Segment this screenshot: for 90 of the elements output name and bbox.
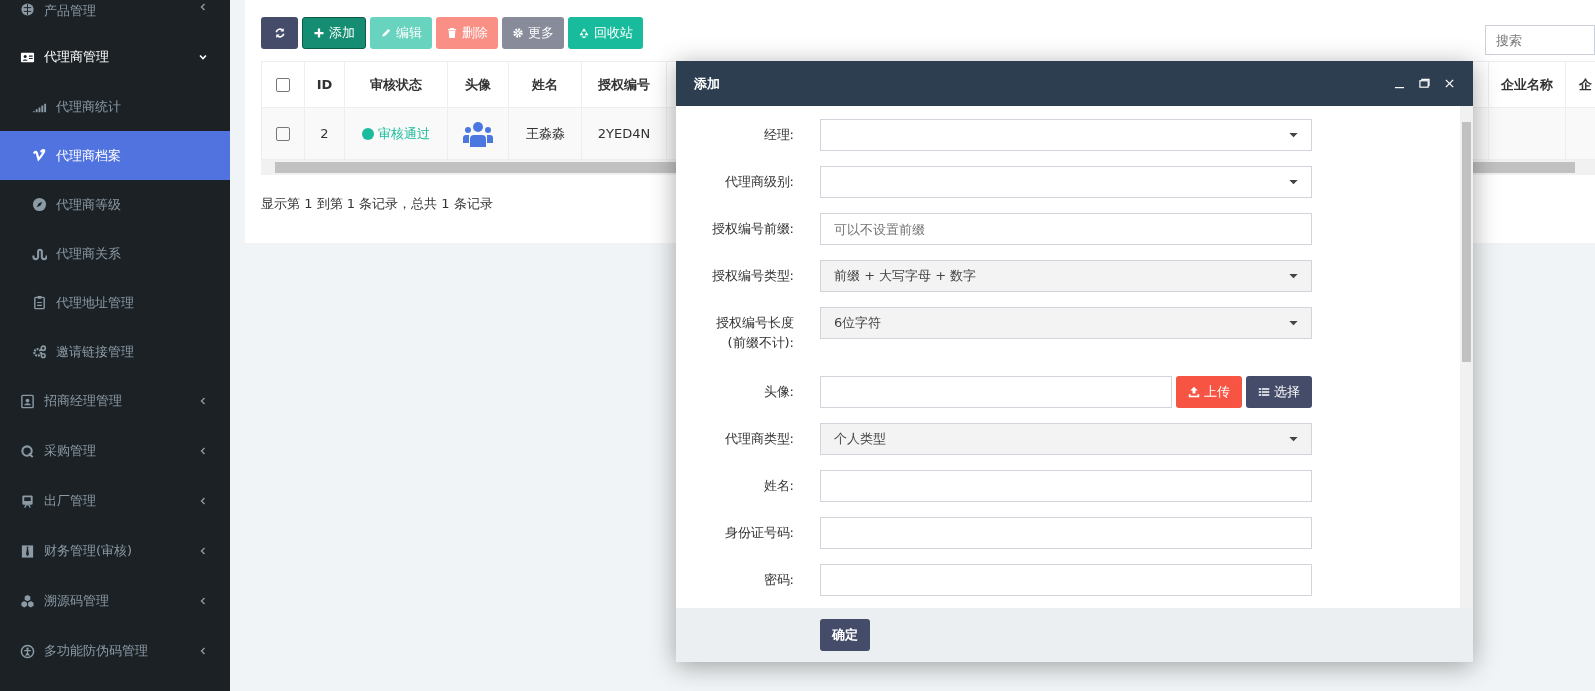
caret-icon	[1289, 273, 1298, 279]
column-header: 授权编号	[581, 61, 667, 108]
sidebar-item[interactable]: 代理商管理	[0, 32, 230, 82]
add-button[interactable]: 添加	[302, 17, 366, 49]
upload-icon	[1188, 386, 1200, 398]
field-label: 授权编号长度	[715, 314, 794, 332]
sidebar-item[interactable]: 溯源码管理	[0, 576, 230, 626]
column-header: ID	[304, 61, 345, 108]
chevron-left-icon	[198, 496, 208, 506]
sidebar-item[interactable]: 多功能防伪码管理	[0, 626, 230, 676]
upload-button[interactable]: 上传	[1176, 376, 1242, 408]
trash-icon	[446, 27, 458, 39]
loops-icon	[32, 246, 47, 261]
chevron-left-icon	[198, 596, 208, 606]
vertical-scrollbar[interactable]	[1460, 106, 1473, 608]
compass-icon	[32, 197, 47, 212]
column-header: 头像	[447, 61, 509, 108]
refresh-button[interactable]	[261, 17, 298, 49]
column-header: 姓名	[508, 61, 582, 108]
sidebar-item[interactable]: 招商经理管理	[0, 376, 230, 426]
field-label: 密码:	[762, 571, 794, 589]
pagination-summary: 显示第 1 到第 1 条记录，总共 1 条记录	[261, 195, 494, 213]
sidebar-subitem[interactable]: 代理地址管理	[0, 278, 230, 327]
v-mark-icon	[32, 148, 47, 163]
column-header: 企	[1565, 61, 1595, 108]
gear-icon	[512, 27, 524, 39]
recycle-icon	[578, 27, 590, 39]
circle-tail-icon	[20, 443, 35, 459]
list-icon	[1258, 386, 1270, 398]
select-field[interactable]	[820, 119, 1312, 151]
caret-icon	[1289, 320, 1298, 326]
confirm-button[interactable]: 确定	[820, 619, 870, 651]
table-cell: 王淼淼	[508, 107, 582, 160]
chevron-left-icon	[198, 446, 208, 456]
field-label: 授权编号类型:	[710, 267, 794, 285]
sidebar-item[interactable]: 产品管理	[0, 0, 230, 28]
column-header: 企业名称	[1488, 61, 1566, 108]
choose-button[interactable]: 选择	[1246, 376, 1312, 408]
status-text: 审核通过	[378, 124, 430, 143]
column-header: 审核状态	[344, 61, 448, 108]
caret-icon	[1289, 436, 1298, 442]
circle-badge-icon	[20, 643, 35, 659]
chevron-left-icon	[198, 2, 208, 12]
maximize-icon[interactable]	[1419, 78, 1430, 89]
pencil-icon	[380, 27, 392, 39]
dialog-title: 添加	[694, 74, 721, 93]
tie-icon	[20, 543, 35, 559]
monitor-icon	[20, 493, 35, 509]
contact-card-icon	[20, 393, 35, 409]
sidebar-subitem[interactable]: 代理商关系	[0, 229, 230, 278]
users-icon	[463, 120, 493, 147]
gears-icon	[32, 344, 47, 359]
chevron-left-icon	[198, 646, 208, 656]
cubes-icon	[20, 593, 35, 609]
plus-icon	[313, 27, 325, 39]
input-field[interactable]	[820, 376, 1172, 408]
table-cell: 2YED4N	[581, 107, 667, 160]
clipboard-icon	[32, 295, 47, 310]
select-all-checkbox[interactable]	[276, 78, 290, 93]
sidebar-item[interactable]: 财务管理(审核)	[0, 526, 230, 576]
input-field[interactable]	[820, 564, 1312, 596]
field-label: 头像:	[762, 383, 794, 401]
caret-icon	[1289, 132, 1298, 138]
chevron-left-icon	[198, 396, 208, 406]
table-cell: 2	[304, 107, 345, 160]
more-button[interactable]: 更多	[502, 17, 564, 49]
input-field[interactable]	[820, 470, 1312, 502]
sidebar-subitem[interactable]: 代理商档案	[0, 131, 230, 180]
field-label: 代理商类型:	[723, 430, 794, 448]
sidebar-subitem[interactable]: 代理商统计	[0, 82, 230, 131]
field-label-note: (前缀不计):	[726, 334, 794, 352]
sidebar-subitem[interactable]: 邀请链接管理	[0, 327, 230, 376]
select-field[interactable]	[820, 166, 1312, 198]
chevron-down-icon	[198, 52, 208, 62]
field-label: 授权编号前缀:	[710, 220, 794, 238]
field-label: 代理商级别:	[723, 173, 794, 191]
input-field[interactable]	[820, 517, 1312, 549]
caret-icon	[1289, 179, 1298, 185]
field-label: 身份证号码:	[723, 524, 794, 542]
field-label: 姓名:	[762, 477, 794, 495]
refresh-icon	[273, 27, 286, 39]
close-icon[interactable]	[1444, 78, 1455, 89]
chevron-left-icon	[198, 546, 208, 556]
input-field[interactable]: 可以不设置前缀	[820, 213, 1312, 245]
search-field[interactable]: 搜索	[1485, 25, 1595, 55]
sidebar-item[interactable]: 出厂管理	[0, 476, 230, 526]
field-label: 经理:	[762, 126, 794, 144]
sidebar-item[interactable]: 采购管理	[0, 426, 230, 476]
row-checkbox[interactable]	[276, 127, 290, 142]
sidebar-subitem[interactable]: 代理商等级	[0, 180, 230, 229]
